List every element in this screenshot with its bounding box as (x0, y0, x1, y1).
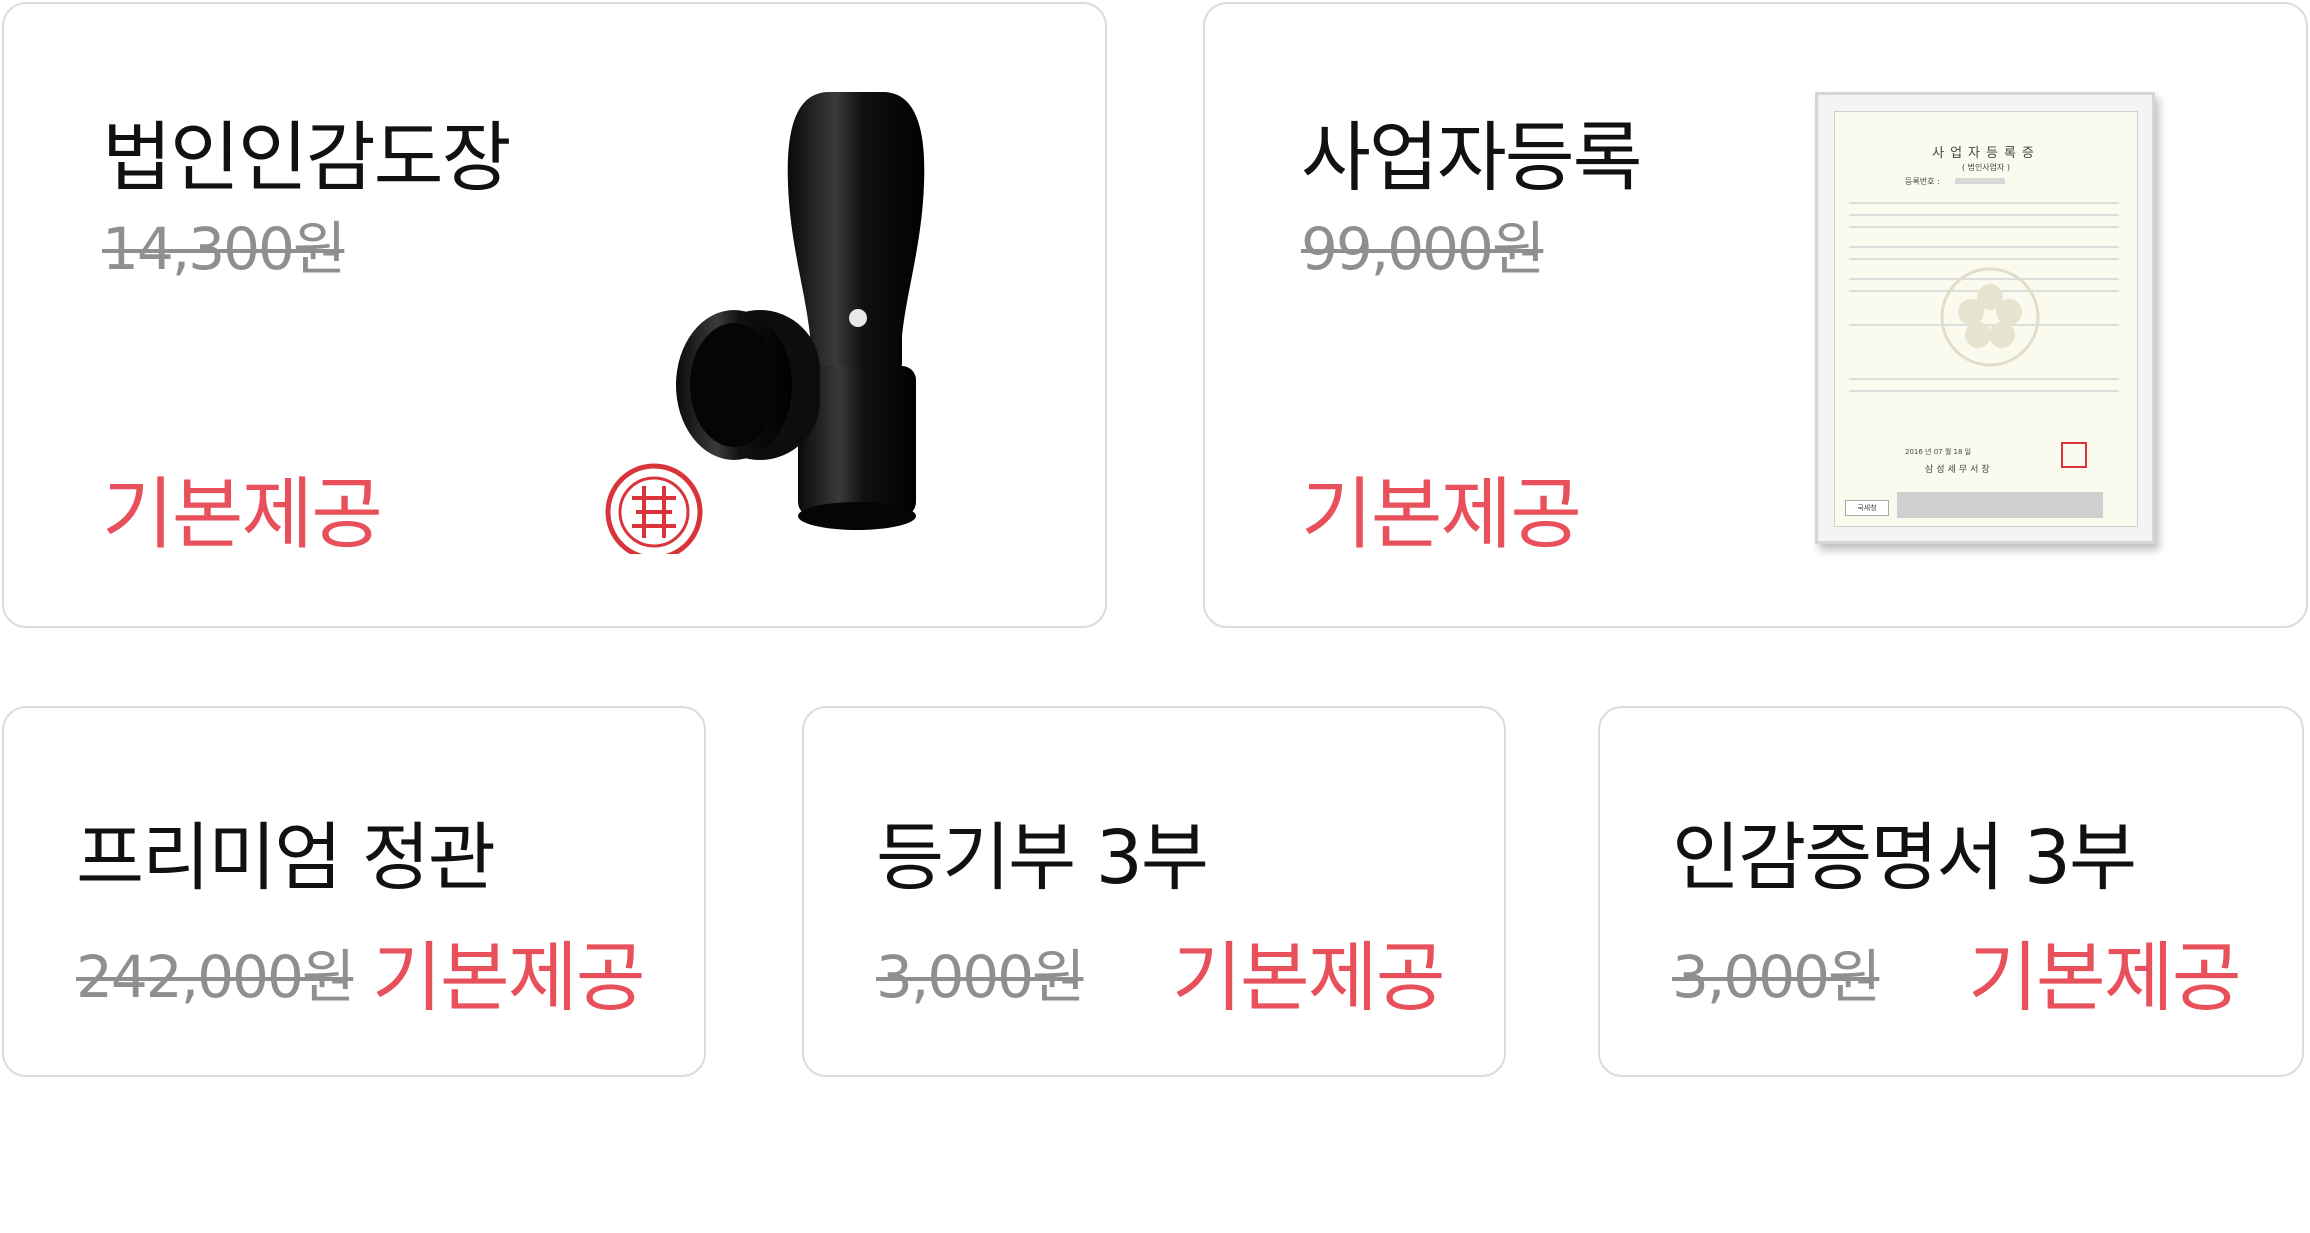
card-title: 사업자등록 (1301, 113, 1643, 202)
original-price: 3,000원 (876, 943, 1085, 1011)
original-price: 99,000원 (1301, 215, 1545, 283)
included-badge: 기본제공 (1172, 933, 1446, 1022)
card-corporate-seal: 법인인감도장 14,300원 기본제공 (2, 2, 1107, 628)
certificate-date: 2016 년 07 월 18 일 (1905, 448, 1972, 456)
original-price: 3,000원 (1672, 943, 1881, 1011)
corporate-seal-stamp-image (605, 92, 925, 554)
certificate-heading: 사업자등록증 (1932, 146, 2040, 161)
original-price: 242,000원 (76, 943, 355, 1011)
card-title: 인감증명서 3부 (1672, 815, 2137, 901)
card-title: 법인인감도장 (102, 113, 512, 202)
included-badge: 기본제공 (1301, 470, 1582, 560)
agency-logo: 국세청 (1845, 500, 1889, 516)
card-seal-certificate-copies: 인감증명서 3부 3,000원 기본제공 (1598, 706, 2304, 1077)
included-badge: 기본제공 (372, 933, 646, 1022)
included-badge: 기본제공 (102, 470, 383, 560)
certificate-office: 삼성세무서장 (1925, 465, 1993, 475)
certificate-subheading: ( 법인사업자 ) (1961, 163, 2011, 172)
original-price: 14,300원 (102, 215, 346, 283)
card-business-registration: 사업자등록 99,000원 기본제공 사업자등록증 ( 법인사업자 ) 등록번호… (1203, 2, 2308, 628)
certificate-reg-label: 등록번호 : (1905, 177, 1940, 186)
business-registration-certificate-image: 사업자등록증 ( 법인사업자 ) 등록번호 : 2016 년 07 월 18 일… (1815, 92, 2155, 544)
card-registry-copies: 등기부 3부 3,000원 기본제공 (802, 706, 1506, 1077)
card-premium-articles: 프리미엄 정관 242,000원 기본제공 (2, 706, 706, 1077)
card-title: 등기부 3부 (876, 815, 1209, 901)
card-title: 프리미엄 정관 (76, 815, 496, 901)
included-badge: 기본제공 (1968, 933, 2242, 1022)
